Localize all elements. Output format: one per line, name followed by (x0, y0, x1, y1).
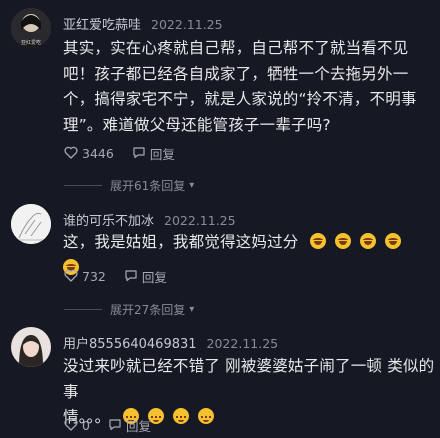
chat-bubble-icon[interactable] (132, 146, 146, 162)
divider (64, 309, 102, 310)
like-count: 3446 (82, 146, 114, 161)
expand-replies-label[interactable]: 展开61条回复 (110, 177, 185, 194)
avatar[interactable]: 亚红爱吃 (11, 8, 51, 48)
reply-button[interactable]: 回复 (150, 144, 175, 163)
comment-text: 没过来吵就已经不错了 刚被婆婆姑子闹了一顿 类似的事 (63, 357, 435, 401)
comment-header: 亚红爱吃蒜哇 2022.11.25 (63, 14, 223, 33)
heart-outline-icon[interactable] (64, 418, 78, 434)
like-count: 0 (82, 418, 90, 433)
reply-button[interactable]: 回复 (126, 416, 151, 435)
comment-actions: 0 回复 (64, 416, 151, 435)
chevron-down-icon: ▾ (189, 304, 195, 315)
username[interactable]: 亚红爱吃蒜哇 (63, 18, 141, 33)
avatar[interactable] (11, 327, 51, 367)
expand-replies-label[interactable]: 展开27条回复 (110, 301, 185, 318)
chevron-down-icon: ▾ (189, 180, 195, 191)
laughing-emoji-icon (384, 233, 401, 249)
comment-header: 用户8555640469831 2022.11.25 (63, 333, 278, 352)
username[interactable]: 谁的可乐不加冰 (63, 214, 154, 229)
chat-bubble-icon[interactable] (124, 269, 138, 285)
divider (64, 185, 102, 186)
comment-text: 这，我是姑姐，我都觉得这妈过分 (63, 233, 299, 251)
comment-date: 2022.11.25 (151, 17, 223, 32)
laughing-emoji-icon (359, 233, 376, 249)
comment-body: 其实，实在心疼就自己帮，自己帮不了就当看不见吧！孩子都已经各自成家了，牺牲一个去… (63, 39, 417, 134)
expand-replies[interactable]: 展开27条回复 ▾ (64, 301, 194, 318)
comment-header: 谁的可乐不加冰 2022.11.25 (63, 210, 236, 229)
svg-text:亚红爱吃: 亚红爱吃 (21, 39, 41, 46)
laughing-emoji-icon (309, 233, 326, 249)
comment-actions: 732 回复 (64, 267, 167, 286)
expand-replies[interactable]: 展开61条回复 ▾ (64, 177, 194, 194)
reply-button[interactable]: 回复 (142, 267, 167, 286)
avatar[interactable] (11, 204, 51, 244)
comment-actions: 3446 回复 (64, 144, 175, 163)
comment-date: 2022.11.25 (206, 336, 279, 351)
heart-outline-icon[interactable] (64, 269, 78, 285)
comment-date: 2022.11.25 (164, 213, 236, 228)
laughing-emoji-icon (334, 233, 351, 249)
like-count: 732 (82, 269, 106, 284)
username[interactable]: 用户8555640469831 (63, 337, 197, 352)
chat-bubble-icon[interactable] (108, 418, 122, 434)
relieved-emoji-icon (198, 408, 215, 424)
heart-outline-icon[interactable] (64, 146, 78, 162)
relieved-emoji-icon (173, 408, 190, 424)
